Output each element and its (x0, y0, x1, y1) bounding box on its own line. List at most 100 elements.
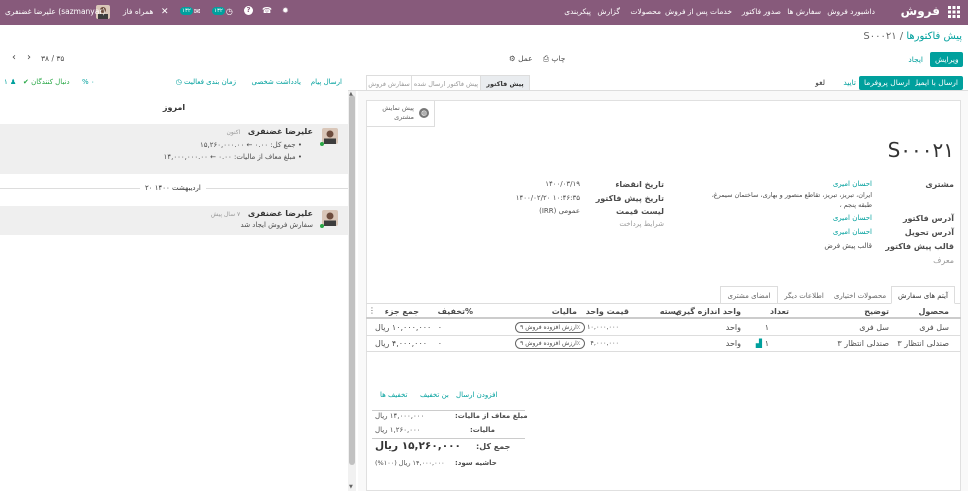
menu-sales-dashboard[interactable]: داشبورد فروش (827, 7, 875, 16)
action-button[interactable]: ⚙ عمل (509, 54, 533, 63)
tab-optional-products[interactable]: محصولات اختیاری (830, 286, 890, 304)
menu-after-sales[interactable]: خدمات پس از فروش (665, 7, 732, 16)
tools-icon[interactable]: ✕ (161, 7, 169, 17)
tab-customer-signature[interactable]: امضای مشتری (720, 286, 778, 304)
untaxed-value: ۱۴,۰۰۰,۰۰۰ ریال (375, 412, 425, 420)
coupon-button[interactable]: بن تخفیف (420, 391, 449, 399)
follow-button[interactable]: ✔ دنبال کنندگان (23, 78, 70, 86)
messages-icon[interactable]: ۱۳۲ ✉ (180, 5, 201, 17)
print-button[interactable]: ⎙ چاپ (543, 54, 565, 64)
chatter-message: علیرضا غضنفری اکنون • جمع کل: ۰.۰۰ ← ۱۵,… (0, 124, 348, 174)
cancel-button[interactable]: لغو (810, 76, 830, 90)
col-description[interactable]: توضیح (864, 307, 889, 316)
app-name[interactable]: فروش (901, 4, 940, 18)
status-quotation[interactable]: پیش فاکتور (480, 75, 530, 91)
phone-icon[interactable]: ☎ (262, 6, 272, 15)
help-icon[interactable]: ? (244, 6, 253, 15)
message-body: سفارش فروش ایجاد شد (240, 221, 313, 229)
apps-menu-icon[interactable] (948, 6, 960, 18)
total-line (372, 438, 525, 439)
status-order[interactable]: سفارش فروش (366, 75, 412, 91)
pager-value[interactable]: ۳۸ / ۳۵ (41, 54, 64, 63)
tax-tag: ارزش افزوده فروش ۹٪ (515, 338, 585, 349)
globe-icon: ◍ (419, 108, 429, 118)
followers-button[interactable]: ۱ ♟ (4, 78, 16, 86)
person-icon: ♟ (10, 78, 17, 86)
company-switcher[interactable]: همراه فاز (123, 7, 153, 16)
pricelist-field[interactable]: عمومی (IRR) (539, 207, 580, 215)
breadcrumb-parent[interactable]: پیش فاکتورها (906, 31, 962, 42)
schedule-activity-button[interactable]: ◷ زمان بندی فعالیت (176, 78, 236, 86)
attachments-button[interactable]: % ۰ (82, 78, 95, 86)
table-row[interactable]: صندلی انتظار ۳ صندلی انتظار ۳ ۱ ▟ واحد ۴… (366, 336, 961, 352)
pricelist-label: لیست قیمت (616, 207, 664, 216)
cell-price: ۱۰,۰۰۰,۰۰۰ (586, 323, 619, 331)
scroll-down-icon[interactable]: ▼ (349, 484, 353, 490)
pager-next-icon[interactable]: › (27, 52, 31, 63)
quotation-date-field[interactable]: ۱۴۰۰/۰۲/۲۰ ۱۰:۴۶:۳۵ (516, 194, 580, 202)
column-options-icon[interactable]: ⋮ (368, 306, 376, 315)
col-qty[interactable]: تعداد (770, 307, 789, 316)
col-discount[interactable]: تخفیف% (438, 307, 473, 316)
menu-products[interactable]: محصولات (630, 7, 661, 16)
col-product[interactable]: محصول (918, 307, 949, 316)
template-field[interactable]: قالب پیش فرض (824, 242, 872, 250)
delivery-address-field[interactable]: احسان امیری (833, 228, 872, 236)
user-menu[interactable]: علیرضا غضنفری (sazmanyar) (5, 7, 105, 16)
add-shipping-button[interactable]: افزودن ارسال (456, 391, 497, 399)
customer-preview-button[interactable]: ◍ پیش نمایش مشتری (367, 101, 435, 127)
scroll-up-icon[interactable]: ▲ (349, 91, 353, 97)
tab-order-lines[interactable]: آیتم های سفارش (891, 286, 955, 304)
bug-icon[interactable]: ✹ (282, 6, 289, 15)
scrollbar-thumb[interactable] (349, 95, 355, 465)
message-header: علیرضا غضنفری ۷ سال پیش (211, 209, 313, 218)
invoice-address-label: آدرس فاکتور (902, 214, 954, 223)
avatar (322, 210, 338, 226)
send-message-button[interactable]: ارسال پیام (311, 78, 342, 86)
date-separator-today: امروز (162, 103, 186, 112)
cell-discount: ۰ (437, 339, 442, 348)
messages-badge: ۱۳۲ (180, 7, 193, 15)
promotions-button[interactable]: تخفیف ها (380, 391, 407, 399)
invoice-address-field[interactable]: احسان امیری (833, 214, 872, 222)
col-package[interactable]: بسته (660, 307, 679, 316)
col-taxes[interactable]: مالیات (552, 307, 577, 316)
cell-description: سل فری (859, 323, 889, 332)
message-author[interactable]: علیرضا غضنفری (248, 209, 313, 218)
cell-uom: واحد (725, 323, 741, 332)
send-proforma-button[interactable]: ارسال پروفرما (859, 76, 915, 90)
forecast-chart-icon[interactable]: ▟ (756, 339, 762, 348)
tax-tag-label: ارزش افزوده فروش ۹٪ (515, 338, 585, 349)
cell-subtotal: ۱۰,۰۰۰,۰۰۰ ریال (375, 323, 432, 332)
menu-orders[interactable]: سفارش ها (787, 7, 821, 16)
paperclip-icon: % (82, 78, 89, 86)
message-author[interactable]: علیرضا غضنفری (248, 127, 313, 136)
cell-subtotal: ۴,۰۰۰,۰۰۰ ریال (375, 339, 428, 348)
status-sent[interactable]: پیش فاکتور ارسال شده (411, 75, 481, 91)
print-icon: ⎙ (543, 54, 549, 63)
confirm-button[interactable]: تایید (838, 76, 861, 90)
col-subtotal[interactable]: جمع جزء (385, 307, 419, 316)
log-note-button[interactable]: یادداشت شخصی (251, 78, 301, 86)
date-separator-label: ۲۰ اردیبهشت ۱۴۰۰ (140, 184, 206, 192)
cell-product: سل فری (919, 323, 949, 332)
expiration-field[interactable]: ۱۴۰۰/۰۳/۱۹ (545, 180, 580, 188)
tab-other-info[interactable]: اطلاعات دیگر (778, 286, 830, 304)
payment-terms-label: شرایط پرداخت (619, 220, 664, 228)
create-button[interactable]: ایجاد (903, 52, 928, 67)
message-time: ۷ سال پیش (210, 211, 241, 218)
margin-label: حاشیه سود: (455, 459, 497, 467)
menu-invoicing[interactable]: صدور فاکتور (742, 7, 781, 16)
col-uom[interactable]: واحد اندازه گیری (675, 307, 741, 316)
edit-button[interactable]: ویرایش (930, 52, 963, 67)
activities-icon[interactable]: ۱۳۲ ◷ (212, 5, 233, 17)
pager-prev-icon[interactable]: ‹ (12, 52, 16, 63)
send-email-button[interactable]: ارسال با ایمیل (907, 76, 963, 90)
table-row[interactable]: سل فری سل فری ۱ واحد ۱۰,۰۰۰,۰۰۰ ارزش افز… (366, 320, 961, 336)
menu-reporting[interactable]: گزارش (597, 7, 620, 16)
print-label: چاپ (551, 54, 566, 63)
customer-field[interactable]: احسان امیری (833, 180, 872, 188)
menu-configuration[interactable]: پیکربندی (564, 7, 591, 16)
col-price[interactable]: قیمت واحد (586, 307, 629, 316)
untaxed-label: مبلغ معاف از مالیات: (455, 412, 528, 420)
